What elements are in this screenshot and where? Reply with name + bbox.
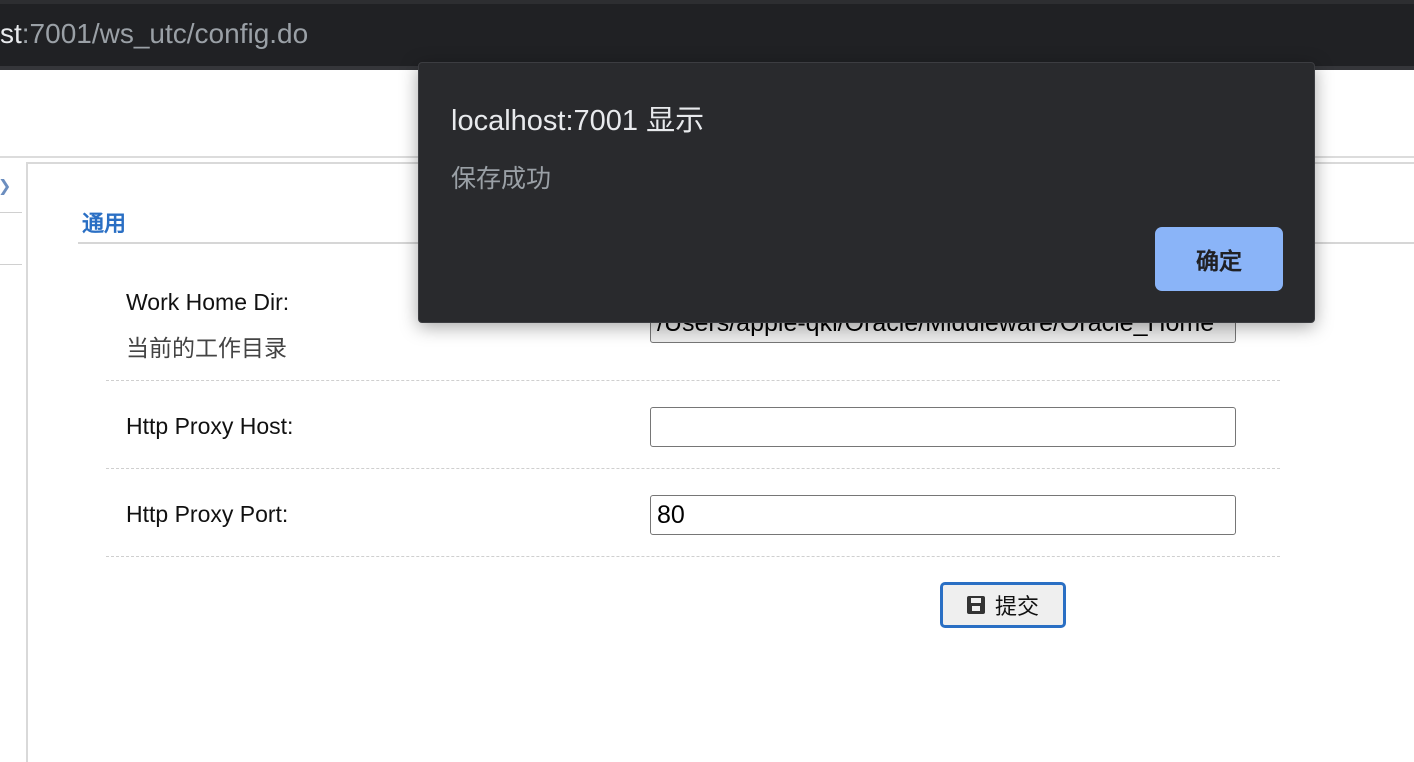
nav-divider: [0, 212, 22, 213]
url-host: st: [0, 18, 22, 49]
dialog-title: localhost:7001 显示: [451, 105, 705, 137]
nav-divider: [0, 264, 22, 265]
row-divider: [106, 556, 1280, 557]
proxy-port-field[interactable]: [650, 495, 1236, 535]
work-home-dir-sublabel: 当前的工作目录: [126, 335, 287, 361]
row-divider: [106, 380, 1280, 381]
url-path: :7001/ws_utc/config.do: [21, 18, 309, 49]
alert-dialog: localhost:7001 显示 保存成功 确定: [418, 62, 1315, 323]
url-text[interactable]: st:7001/ws_utc/config.do: [0, 18, 308, 50]
proxy-host-field[interactable]: [650, 407, 1236, 447]
work-home-dir-label: Work Home Dir:: [126, 289, 290, 315]
save-icon: [966, 596, 985, 614]
proxy-port-label: Http Proxy Port:: [126, 501, 289, 527]
row-divider: [106, 468, 1280, 469]
chevron-right-icon[interactable]: ❯: [0, 176, 11, 196]
dialog-message: 保存成功: [451, 165, 552, 193]
proxy-host-label: Http Proxy Host:: [126, 413, 294, 439]
section-title: 通用: [82, 211, 127, 236]
ok-button[interactable]: 确定: [1155, 227, 1283, 291]
submit-button[interactable]: 提交: [940, 582, 1066, 628]
browser-address-bar[interactable]: st:7001/ws_utc/config.do: [0, 0, 1414, 66]
submit-label: 提交: [994, 594, 1039, 619]
left-nav: ❯: [0, 162, 22, 754]
